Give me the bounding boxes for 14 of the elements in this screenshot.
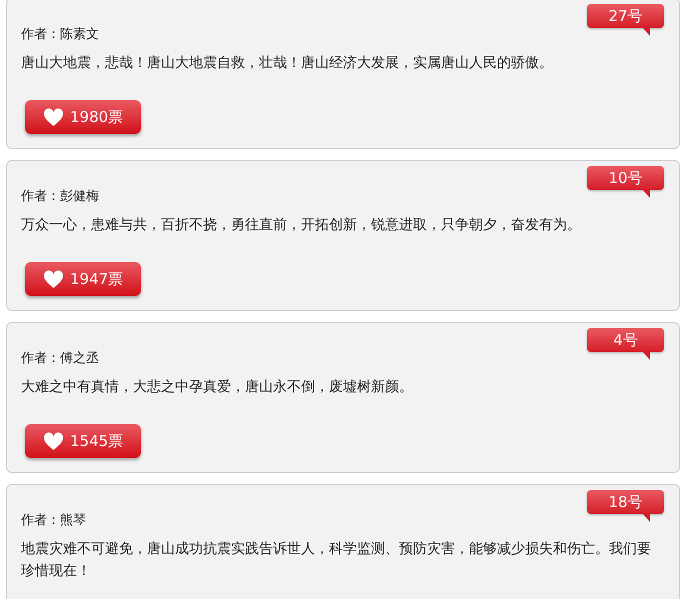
message-text: 万众一心，患难与共，百折不挠，勇往直前，开拓创新，锐意进取，只争朝夕，奋发有为。 [21, 216, 582, 235]
message-text: 大难之中有真情，大悲之中孕真爱，唐山永不倒，废墟树新颜。 [21, 378, 414, 397]
vote-button[interactable]: 1947票 [25, 262, 141, 296]
vote-button[interactable]: 1545票 [25, 424, 141, 458]
message-text: 唐山大地震，悲哉！唐山大地震自救，壮哉！唐山经济大发展，实属唐山人民的骄傲。 [21, 54, 554, 73]
author-label: 作者：陈素文 [21, 26, 99, 44]
heart-icon [43, 270, 64, 288]
author-label: 作者：彭健梅 [21, 188, 99, 206]
author-label: 作者：傅之丞 [21, 350, 99, 368]
vote-button[interactable]: 1980票 [25, 100, 141, 134]
heart-icon [43, 432, 64, 450]
heart-icon [43, 108, 64, 126]
author-label: 作者：熊琴 [21, 512, 86, 530]
message-text: 地震灾难不可避免，唐山成功抗震实践告诉世人，科学监测、预防灾害，能够减少损失和伤亡。我们要珍惜现在！ [21, 540, 652, 581]
